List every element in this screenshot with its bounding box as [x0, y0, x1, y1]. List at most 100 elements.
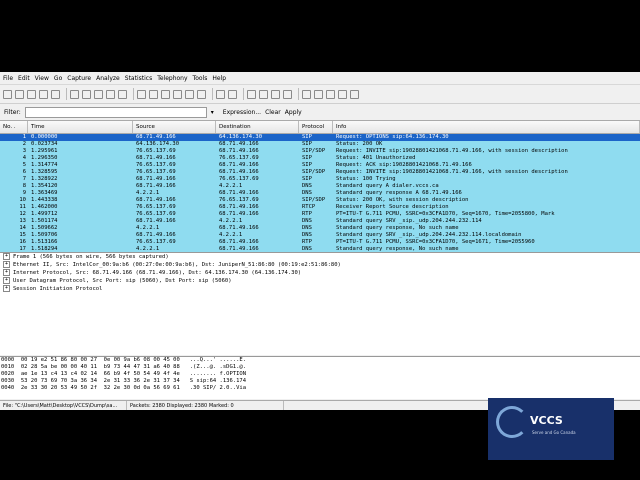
- find-packet-icon[interactable]: [137, 89, 146, 99]
- go-to-packet-icon[interactable]: [173, 89, 182, 99]
- logo-name: VCCS: [530, 414, 563, 427]
- packet-row[interactable]: 8 1.354120 68.71.49.166 4.2.2.1 DNS Standard …: [0, 183, 640, 190]
- packet-row[interactable]: 1 0.000000 68.71.49.166 64.136.174.30 SIP Req…: [0, 134, 640, 141]
- expand-icon[interactable]: +: [3, 277, 10, 284]
- menu-file[interactable]: File: [3, 75, 13, 82]
- packet-cell-dst: 68.71.49.166: [219, 162, 259, 168]
- packet-cell-no: 11: [19, 204, 26, 210]
- menu-bar: File Edit View Go Capture Analyze Statistics Te…: [0, 72, 640, 84]
- detail-tree-item[interactable]: + Frame 1 (566 bytes on wire, 566 bytes c…: [0, 253, 640, 261]
- detail-tree-item[interactable]: + User Datagram Protocol, Src Port: sip (…: [0, 277, 640, 285]
- expand-icon[interactable]: +: [3, 253, 10, 260]
- print-icon[interactable]: [118, 89, 127, 99]
- packet-row[interactable]: 5 1.314774 76.65.137.69 68.71.49.166 SIP Requ…: [0, 162, 640, 169]
- column-destination[interactable]: Destination: [216, 121, 299, 133]
- open-file-icon[interactable]: [70, 89, 79, 99]
- apply-button[interactable]: Apply: [285, 109, 302, 116]
- packet-row[interactable]: 7 1.328922 68.71.49.166 76.65.137.69 SIP Stat…: [0, 176, 640, 183]
- logo-circle-icon: [496, 406, 528, 438]
- detail-tree-item[interactable]: + Internet Protocol, Src: 68.71.49.166 (6…: [0, 269, 640, 277]
- detail-text: Frame 1 (566 bytes on wire, 566 bytes ca…: [13, 254, 169, 260]
- preferences-icon[interactable]: [338, 89, 347, 99]
- column-protocol[interactable]: Protocol: [299, 121, 333, 133]
- packet-row[interactable]: 10 1.443338 68.71.49.166 76.65.137.69 SIP/SD…: [0, 197, 640, 204]
- packet-row[interactable]: 3 1.295961 76.65.137.69 68.71.49.166 SIP/SDP…: [0, 148, 640, 155]
- menu-edit[interactable]: Edit: [18, 75, 30, 82]
- menu-statistics[interactable]: Statistics: [125, 75, 152, 82]
- close-file-icon[interactable]: [94, 89, 103, 99]
- packet-cell-time: 1.328595: [31, 169, 58, 175]
- filter-input[interactable]: [24, 106, 207, 118]
- packet-cell-src: 76.65.137.69: [136, 204, 176, 210]
- options-icon[interactable]: [15, 89, 24, 99]
- display-filters-icon[interactable]: [314, 89, 323, 99]
- packet-cell-src: 76.65.137.69: [136, 169, 176, 175]
- packet-cell-time: 1.501174: [31, 218, 58, 224]
- colorize-icon[interactable]: [216, 89, 225, 99]
- menu-tools[interactable]: Tools: [193, 75, 208, 82]
- packet-row[interactable]: 11 1.462000 76.65.137.69 68.71.49.166 RTCP Re…: [0, 204, 640, 211]
- packet-row[interactable]: 6 1.328595 76.65.137.69 68.71.49.166 SIP/SDP…: [0, 169, 640, 176]
- packet-row[interactable]: 16 1.513166 76.65.137.69 68.71.49.166 RTP PT=…: [0, 239, 640, 246]
- expand-icon[interactable]: +: [3, 261, 10, 268]
- detail-tree-item[interactable]: + Ethernet II, Src: IntelCor_00:9a:b6 (00…: [0, 261, 640, 269]
- main-toolbar: [0, 84, 640, 104]
- zoom-out-icon[interactable]: [259, 89, 268, 99]
- menu-telephony[interactable]: Telephony: [157, 75, 187, 82]
- packet-cell-no: 15: [19, 232, 26, 238]
- zoom-in-icon[interactable]: [247, 89, 256, 99]
- packet-row[interactable]: 4 1.296350 68.71.49.166 76.65.137.69 SIP Stat…: [0, 155, 640, 162]
- go-back-icon[interactable]: [149, 89, 158, 99]
- column-info[interactable]: Info: [333, 121, 640, 133]
- resize-columns-icon[interactable]: [283, 89, 292, 99]
- packet-bytes[interactable]: 0000 00 19 e2 51 86 80 00 27 0e 00 9a b6…: [0, 356, 640, 399]
- packet-list[interactable]: No. . Time Source Destination Protocol I…: [0, 120, 640, 260]
- go-forward-icon[interactable]: [161, 89, 170, 99]
- go-last-icon[interactable]: [197, 89, 206, 99]
- normal-size-icon[interactable]: [271, 89, 280, 99]
- packet-row[interactable]: 9 1.363469 4.2.2.1 68.71.49.166 DNS Standard …: [0, 190, 640, 197]
- packet-cell-src: 68.71.49.166: [136, 176, 176, 182]
- packet-row[interactable]: 14 1.509662 4.2.2.1 68.71.49.166 DNS Standard…: [0, 225, 640, 232]
- menu-capture[interactable]: Capture: [67, 75, 91, 82]
- filter-dropdown-icon[interactable]: ▾: [211, 109, 219, 116]
- packet-cell-info: Request: INVITE sip:19028801421068.71.49…: [336, 169, 568, 175]
- column-no[interactable]: No. .: [0, 121, 28, 133]
- status-packets: Packets: 2380 Displayed: 2380 Marked: 0: [127, 401, 284, 410]
- help-icon[interactable]: [350, 89, 359, 99]
- restart-capture-icon[interactable]: [51, 89, 60, 99]
- hex-line: 0000 00 19 e2 51 86 80 00 27 0e 00 9a b6…: [1, 357, 247, 363]
- menu-analyze[interactable]: Analyze: [96, 75, 120, 82]
- column-source[interactable]: Source: [133, 121, 216, 133]
- menu-view[interactable]: View: [35, 75, 49, 82]
- packet-row[interactable]: 12 1.499712 76.65.137.69 68.71.49.166 RTP PT=…: [0, 211, 640, 218]
- expand-icon[interactable]: +: [3, 269, 10, 276]
- capture-filters-icon[interactable]: [302, 89, 311, 99]
- vccs-logo: VCCS Serve and Go Canada: [488, 398, 614, 460]
- column-time[interactable]: Time: [28, 121, 133, 133]
- detail-tree-item[interactable]: + Session Initiation Protocol: [0, 285, 640, 293]
- menu-help[interactable]: Help: [212, 75, 226, 82]
- packet-cell-info: Standard query SRV _sip._udp.204.244.232…: [336, 218, 482, 224]
- start-capture-icon[interactable]: [27, 89, 36, 99]
- reload-icon[interactable]: [106, 89, 115, 99]
- packet-row[interactable]: 15 1.509706 68.71.49.166 4.2.2.1 DNS Standard…: [0, 232, 640, 239]
- autoscroll-icon[interactable]: [228, 89, 237, 99]
- coloring-rules-icon[interactable]: [326, 89, 335, 99]
- packet-row[interactable]: 2 0.023734 64.136.174.30 68.71.49.166 SIP Sta…: [0, 141, 640, 148]
- packet-row[interactable]: 13 1.501174 68.71.49.166 4.2.2.1 DNS Standard…: [0, 218, 640, 225]
- clear-button[interactable]: Clear: [265, 109, 281, 116]
- packet-cell-dst: 68.71.49.166: [219, 141, 259, 147]
- save-file-icon[interactable]: [82, 89, 91, 99]
- expand-icon[interactable]: +: [3, 285, 10, 292]
- expression-button[interactable]: Expression...: [223, 109, 261, 116]
- menu-go[interactable]: Go: [54, 75, 62, 82]
- interfaces-icon[interactable]: [3, 89, 12, 99]
- packet-cell-info: Standard query response, No such name: [336, 225, 459, 231]
- packet-details[interactable]: + Frame 1 (566 bytes on wire, 566 bytes c…: [0, 252, 640, 355]
- packet-cell-dst: 64.136.174.30: [219, 134, 263, 140]
- packet-cell-no: 14: [19, 225, 26, 231]
- stop-capture-icon[interactable]: [39, 89, 48, 99]
- packet-cell-info: Standard query SRV _sip._udp.204.244.232…: [336, 232, 522, 238]
- go-first-icon[interactable]: [185, 89, 194, 99]
